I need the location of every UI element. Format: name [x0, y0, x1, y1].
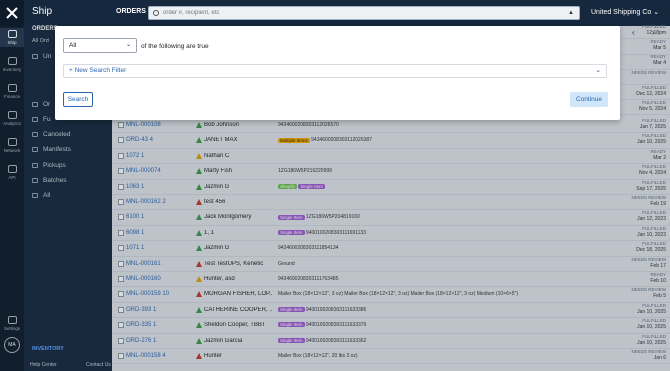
shipstation-logo-icon[interactable]	[5, 6, 19, 20]
order-search[interactable]: ▲	[148, 6, 580, 20]
search-input[interactable]	[163, 8, 543, 18]
top-bar: ORDERS ▲ United Shipping Co ⌄	[112, 0, 670, 26]
chevron-down-icon: ⌄	[125, 42, 131, 48]
company-switcher[interactable]: United Shipping Co ⌄	[591, 8, 659, 16]
search-button[interactable]: Search	[63, 92, 93, 107]
continue-button[interactable]: Continue	[570, 92, 608, 107]
match-suffix: of the following are true	[141, 43, 209, 50]
match-select[interactable]: All ⌄	[63, 38, 137, 53]
nav-title: Ship	[32, 6, 53, 17]
chevron-down-icon: ⌄	[595, 67, 601, 74]
search-icon	[153, 10, 159, 16]
chevron-up-icon[interactable]: ▲	[568, 10, 574, 16]
section-title: ORDERS	[116, 8, 146, 15]
new-search-filter[interactable]: + New Search Filter ⌄	[63, 64, 607, 78]
advanced-search-modal: All ⌄ of the following are true + New Sea…	[55, 26, 620, 120]
